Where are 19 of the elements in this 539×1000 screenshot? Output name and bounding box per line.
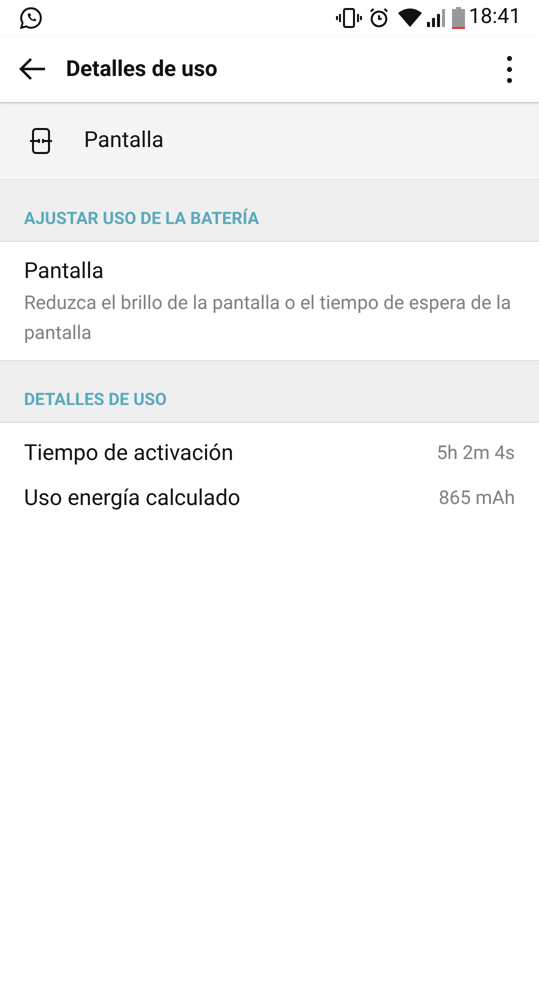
back-arrow-icon: [19, 57, 47, 81]
battery-icon: [452, 7, 465, 29]
chat-icon: [18, 5, 44, 31]
item-title: Pantalla: [24, 258, 105, 286]
app-name: Pantalla: [84, 127, 164, 155]
vibrate-icon: [336, 6, 362, 30]
signal-icon: [426, 8, 446, 28]
alarm-icon: [368, 7, 390, 29]
page-title: Detalles de uso: [66, 56, 218, 84]
stat-label: Uso energía calculado: [24, 485, 240, 513]
section-header: DETALLES DE USO: [24, 388, 167, 412]
clock-time: 18:41: [468, 4, 521, 32]
section-header: AJUSTAR USO DE LA BATERÍA: [24, 208, 260, 230]
stat-value: 5h 2m 4s: [436, 440, 515, 466]
wifi-icon: [398, 8, 422, 28]
stat-value: 865 mAh: [438, 485, 515, 512]
stat-label: Tiempo de activación: [24, 440, 234, 468]
item-description: Reduzca el brillo de la pantalla o el tiempo de espera de la pantalla: [24, 290, 512, 346]
screen-icon: [30, 128, 52, 154]
